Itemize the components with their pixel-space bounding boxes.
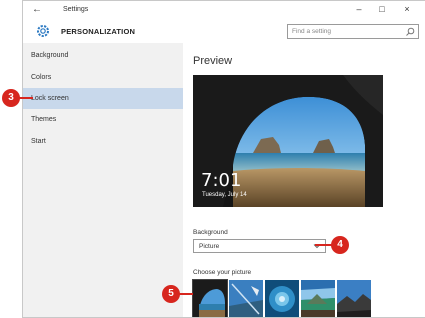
gear-icon	[37, 25, 49, 37]
minimize-button[interactable]: –	[352, 4, 366, 14]
close-button[interactable]: ×	[400, 4, 414, 14]
lock-screen-preview: 7:01 Tuesday, July 14	[193, 75, 383, 207]
page-title: PERSONALIZATION	[61, 27, 136, 36]
sidebar-item-lock-screen[interactable]: Lock screen	[23, 88, 183, 109]
picture-thumbnail-4[interactable]	[301, 280, 335, 317]
sidebar: Background Colors Lock screen Themes Sta…	[23, 43, 183, 317]
callout-3: 3	[2, 89, 20, 107]
back-arrow-icon[interactable]: ←	[32, 4, 42, 15]
sidebar-item-background[interactable]: Background	[23, 45, 183, 66]
preview-heading: Preview	[193, 55, 233, 67]
background-label: Background	[193, 229, 228, 236]
settings-window: ← Settings – □ × PERSONALIZATION Find a …	[22, 0, 425, 318]
picture-thumbnail-3[interactable]	[265, 280, 299, 317]
window-title: Settings	[63, 6, 89, 13]
picture-thumbnail-5[interactable]	[337, 280, 371, 317]
sidebar-item-colors[interactable]: Colors	[23, 67, 183, 88]
choose-picture-label: Choose your picture	[193, 269, 252, 276]
lock-time: 7:01	[201, 170, 242, 191]
sidebar-item-themes[interactable]: Themes	[23, 109, 183, 130]
callout-5: 5	[162, 285, 180, 303]
title-bar: ← Settings – □ ×	[23, 1, 425, 21]
callout-4: 4	[331, 236, 349, 254]
main-content: Preview 7:01 Tuesday, July 14 Background…	[183, 43, 425, 317]
maximize-button[interactable]: □	[375, 4, 389, 14]
picture-thumbnail-2[interactable]	[229, 280, 263, 317]
callout-5-arrow	[179, 293, 193, 295]
search-icon	[406, 27, 415, 36]
search-placeholder: Find a setting	[292, 28, 332, 35]
callout-4-arrow	[315, 244, 332, 246]
background-dropdown[interactable]: Picture	[193, 239, 326, 253]
page-header: PERSONALIZATION Find a setting	[23, 21, 425, 43]
background-dropdown-value: Picture	[199, 243, 220, 250]
callout-3-arrow	[19, 97, 33, 99]
search-input[interactable]: Find a setting	[287, 24, 419, 39]
lock-date: Tuesday, July 14	[202, 192, 247, 198]
sidebar-item-start[interactable]: Start	[23, 131, 183, 152]
picture-thumbnail-1[interactable]	[192, 279, 228, 317]
